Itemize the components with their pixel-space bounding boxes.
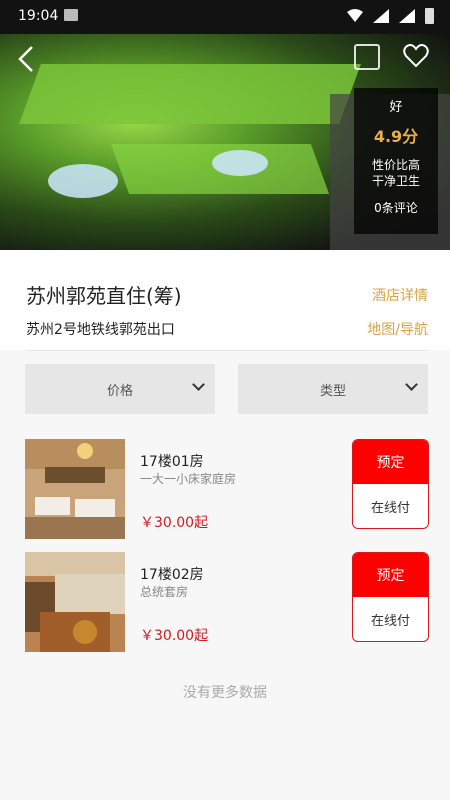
rating-panel: 好 4.9分 性价比高 干净卫生 0条评论: [354, 88, 438, 234]
hotel-name: 苏州郭苑直住(筹): [26, 284, 182, 308]
share-icon[interactable]: [354, 44, 380, 70]
book-button[interactable]: 预定: [353, 553, 428, 597]
rating-tag: 干净卫生: [371, 174, 420, 188]
status-time: 19:04: [18, 8, 59, 24]
hotel-info: 苏州郭苑直住(筹) 酒店详情 苏州2号地铁线郭苑出口 地图/导航: [0, 250, 450, 351]
no-more-data-text: 没有更多数据: [183, 685, 267, 701]
book-button[interactable]: 预定: [353, 440, 428, 484]
room-action: 预定 在线付: [352, 439, 429, 529]
divider: [26, 350, 428, 351]
room-price: ￥30.00起: [140, 628, 209, 644]
status-bar: 19:04: [0, 0, 450, 34]
room-photo: [25, 439, 125, 539]
room-action: 预定 在线付: [352, 552, 429, 642]
wifi-icon: [347, 9, 363, 22]
room-item[interactable]: 17楼01房 一大一小床家庭房 ￥30.00起 预定 在线付: [25, 439, 429, 541]
signal-icon: [399, 9, 415, 23]
hotel-address: 苏州2号地铁线郭苑出口: [26, 322, 175, 338]
room-item[interactable]: 17楼02房 总统套房 ￥30.00起 预定 在线付: [25, 552, 429, 654]
rating-score: 4.9分: [373, 127, 419, 146]
room-type: 一大一小床家庭房: [140, 472, 237, 486]
online-pay-button[interactable]: 在线付: [353, 484, 428, 528]
room-type: 总统套房: [140, 585, 189, 599]
review-count[interactable]: 0条评论: [354, 199, 438, 216]
status-icons: [347, 8, 434, 24]
filter-label: 类型: [319, 383, 346, 399]
room-photo: [25, 552, 125, 652]
room-title: 17楼02房: [140, 567, 204, 583]
chevron-down-icon: [192, 378, 205, 391]
online-pay-button[interactable]: 在线付: [353, 597, 428, 641]
room-title: 17楼01房: [140, 454, 204, 470]
rating-level: 好: [389, 100, 403, 115]
chevron-down-icon: [405, 378, 418, 391]
filter-label: 价格: [106, 383, 133, 399]
room-price: ￥30.00起: [140, 515, 209, 531]
filter-price[interactable]: 价格: [25, 364, 215, 414]
back-arrow-icon[interactable]: [12, 44, 42, 74]
rating-tag: 性价比高: [371, 158, 420, 172]
map-navigation-link[interactable]: 地图/导航: [367, 319, 428, 339]
battery-icon: [425, 8, 434, 24]
heart-icon[interactable]: [402, 42, 430, 70]
signal-icon: [373, 9, 389, 23]
hotel-detail-link[interactable]: 酒店详情: [372, 285, 428, 305]
photo-icon: [64, 9, 78, 21]
filter-type[interactable]: 类型: [238, 364, 428, 414]
